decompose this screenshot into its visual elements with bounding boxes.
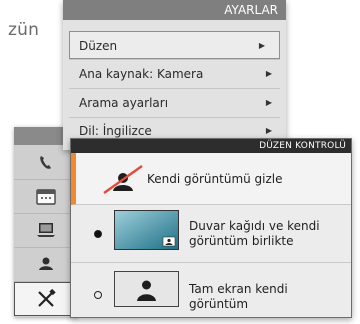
self-view-icon [35,254,57,274]
layout-control-title: DÜZEN KONTROLÜ [71,139,351,153]
self-view-hidden-icon [98,163,148,199]
wallpaper-with-pip-icon [114,210,179,254]
wallpaper-with-self-view-label-line1: Duvar kağıdı ve kendi [189,219,320,233]
menu-item-label: Arama ayarları [79,96,169,110]
fullscreen-self-view-label-line1: Tam ekran kendi [189,282,288,296]
tools-icon [35,288,57,310]
layout-control-panel: DÜZEN KONTROLÜ Kendi görüntümü gizle Duv… [70,138,352,318]
arrow-right-icon: ▶ [265,69,272,78]
menu-item-label: Ana kaynak: Kamera [79,67,204,81]
fullscreen-self-view-label-line2: görüntüm [189,297,249,311]
radio-selected[interactable] [94,230,102,238]
menu-item-main-source[interactable]: Ana kaynak: Kamera ▶ [63,60,286,88]
hide-self-view-option[interactable]: Kendi görüntümü gizle [71,153,351,205]
menu-item-label: Düzen [79,39,118,53]
fullscreen-self-view-icon [114,271,179,311]
side-item-tools[interactable] [14,282,78,316]
settings-menu: AYARLAR Düzen ▶ Ana kaynak: Kamera ▶ Ara… [63,0,286,150]
side-item-self-view[interactable] [14,247,78,282]
menu-item-label: Dil: İngilizce [79,124,152,138]
background-partial-text: zün [8,20,40,40]
calendar-icon [35,186,57,206]
arrow-right-icon: ▶ [265,98,272,107]
menu-item-call-settings[interactable]: Arama ayarları ▶ [63,89,286,117]
side-item-calendar[interactable] [14,179,78,214]
phone-icon [36,152,56,172]
arrow-right-icon: ▶ [258,41,265,50]
hide-self-view-label: Kendi görüntümü gizle [147,172,283,186]
settings-menu-title: AYARLAR [63,0,286,20]
side-item-phone[interactable] [14,145,78,180]
wallpaper-with-self-view-label-line2: görüntüm birlikte [189,234,294,248]
laptop-icon [35,220,57,240]
menu-item-layout[interactable]: Düzen ▶ [69,31,280,59]
wallpaper-with-self-view-option[interactable]: Duvar kağıdı ve kendi görüntüm birlikte [71,205,351,263]
radio-unselected[interactable] [94,291,102,299]
side-panel [14,127,78,317]
side-item-laptop[interactable] [14,213,78,248]
fullscreen-self-view-option[interactable]: Tam ekran kendi görüntüm [71,263,351,317]
